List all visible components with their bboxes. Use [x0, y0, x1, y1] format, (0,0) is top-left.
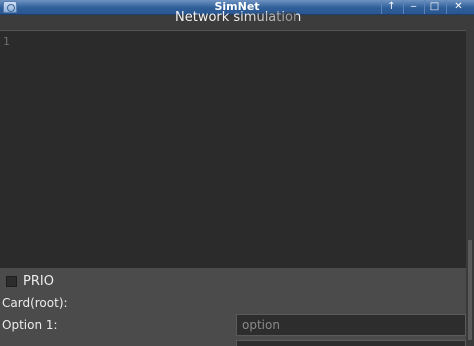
script-editor[interactable]: 1 [0, 30, 466, 269]
option1-input[interactable] [236, 314, 466, 336]
vertical-scrollbar[interactable] [466, 30, 474, 346]
prio-checkbox[interactable] [6, 276, 17, 287]
minimize-button[interactable]: ‒ [403, 0, 423, 14]
option1-label: Option 1: [2, 318, 58, 332]
close-button[interactable]: ✕ [446, 0, 470, 14]
prio-label[interactable]: PRIO [23, 274, 54, 289]
option2-input[interactable] [236, 340, 466, 346]
line-number: 1 [3, 35, 10, 48]
shade-up-button[interactable]: ↑ [381, 0, 401, 14]
title-overlay [236, 12, 296, 30]
maximize-button[interactable]: □ [424, 0, 444, 14]
card-root-label: Card(root): [2, 296, 68, 310]
simnet-window: SimNet ↑ ‒ □ ✕ Network simulation 1 PRIO… [0, 0, 474, 346]
line-number-gutter: 1 [0, 31, 14, 269]
